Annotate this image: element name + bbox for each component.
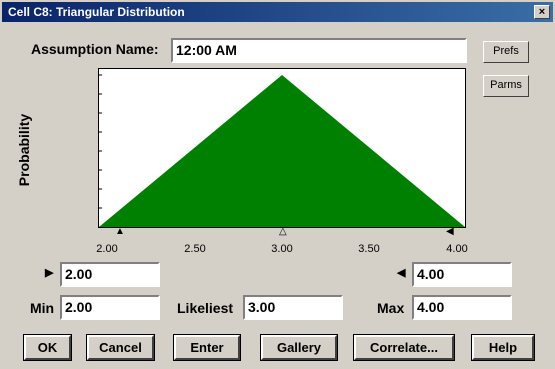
correlate-button[interactable]: Correlate... <box>354 335 454 360</box>
x-tick: 3.50 <box>358 243 380 255</box>
cancel-button[interactable]: Cancel <box>87 335 154 360</box>
parms-button[interactable]: Parms <box>483 75 529 97</box>
ok-button[interactable]: OK <box>24 335 71 360</box>
likeliest-marker-icon[interactable]: △ <box>279 226 287 237</box>
assumption-name-input[interactable]: 12:00 AM <box>171 38 467 63</box>
y-axis-label: Probability <box>16 113 32 187</box>
distribution-area <box>99 75 465 227</box>
max-label: Max <box>377 300 405 316</box>
title-bar: Cell C8: Triangular Distribution × <box>2 2 553 22</box>
left-bound-input[interactable]: 2.00 <box>60 262 160 287</box>
max-marker-icon[interactable]: ◀ <box>446 226 454 237</box>
x-tick: 4.00 <box>446 243 468 255</box>
help-button[interactable]: Help <box>472 335 534 360</box>
window-title: Cell C8: Triangular Distribution <box>8 5 185 19</box>
distribution-dialog: Cell C8: Triangular Distribution × Assum… <box>0 0 555 369</box>
x-tick: 2.50 <box>184 243 206 255</box>
right-bound-arrow-icon: ◀ <box>397 267 406 279</box>
x-tick: 3.00 <box>271 243 293 255</box>
x-tick: 2.00 <box>96 243 118 255</box>
max-input[interactable]: 4.00 <box>412 295 512 320</box>
enter-button[interactable]: Enter <box>174 335 240 360</box>
likeliest-label: Likeliest <box>177 300 234 316</box>
close-button[interactable]: × <box>534 5 550 19</box>
min-marker-icon[interactable]: ▲ <box>115 226 125 237</box>
gallery-button[interactable]: Gallery <box>261 335 337 360</box>
min-label: Min <box>30 300 55 316</box>
chart-plot <box>99 74 465 228</box>
min-input[interactable]: 2.00 <box>60 295 160 320</box>
prefs-button[interactable]: Prefs <box>483 41 529 63</box>
distribution-chart <box>98 68 466 228</box>
assumption-name-label: Assumption Name: <box>31 41 159 57</box>
left-bound-arrow-icon: ▶ <box>45 267 54 279</box>
likeliest-input[interactable]: 3.00 <box>243 295 343 320</box>
right-bound-input[interactable]: 4.00 <box>412 262 512 287</box>
